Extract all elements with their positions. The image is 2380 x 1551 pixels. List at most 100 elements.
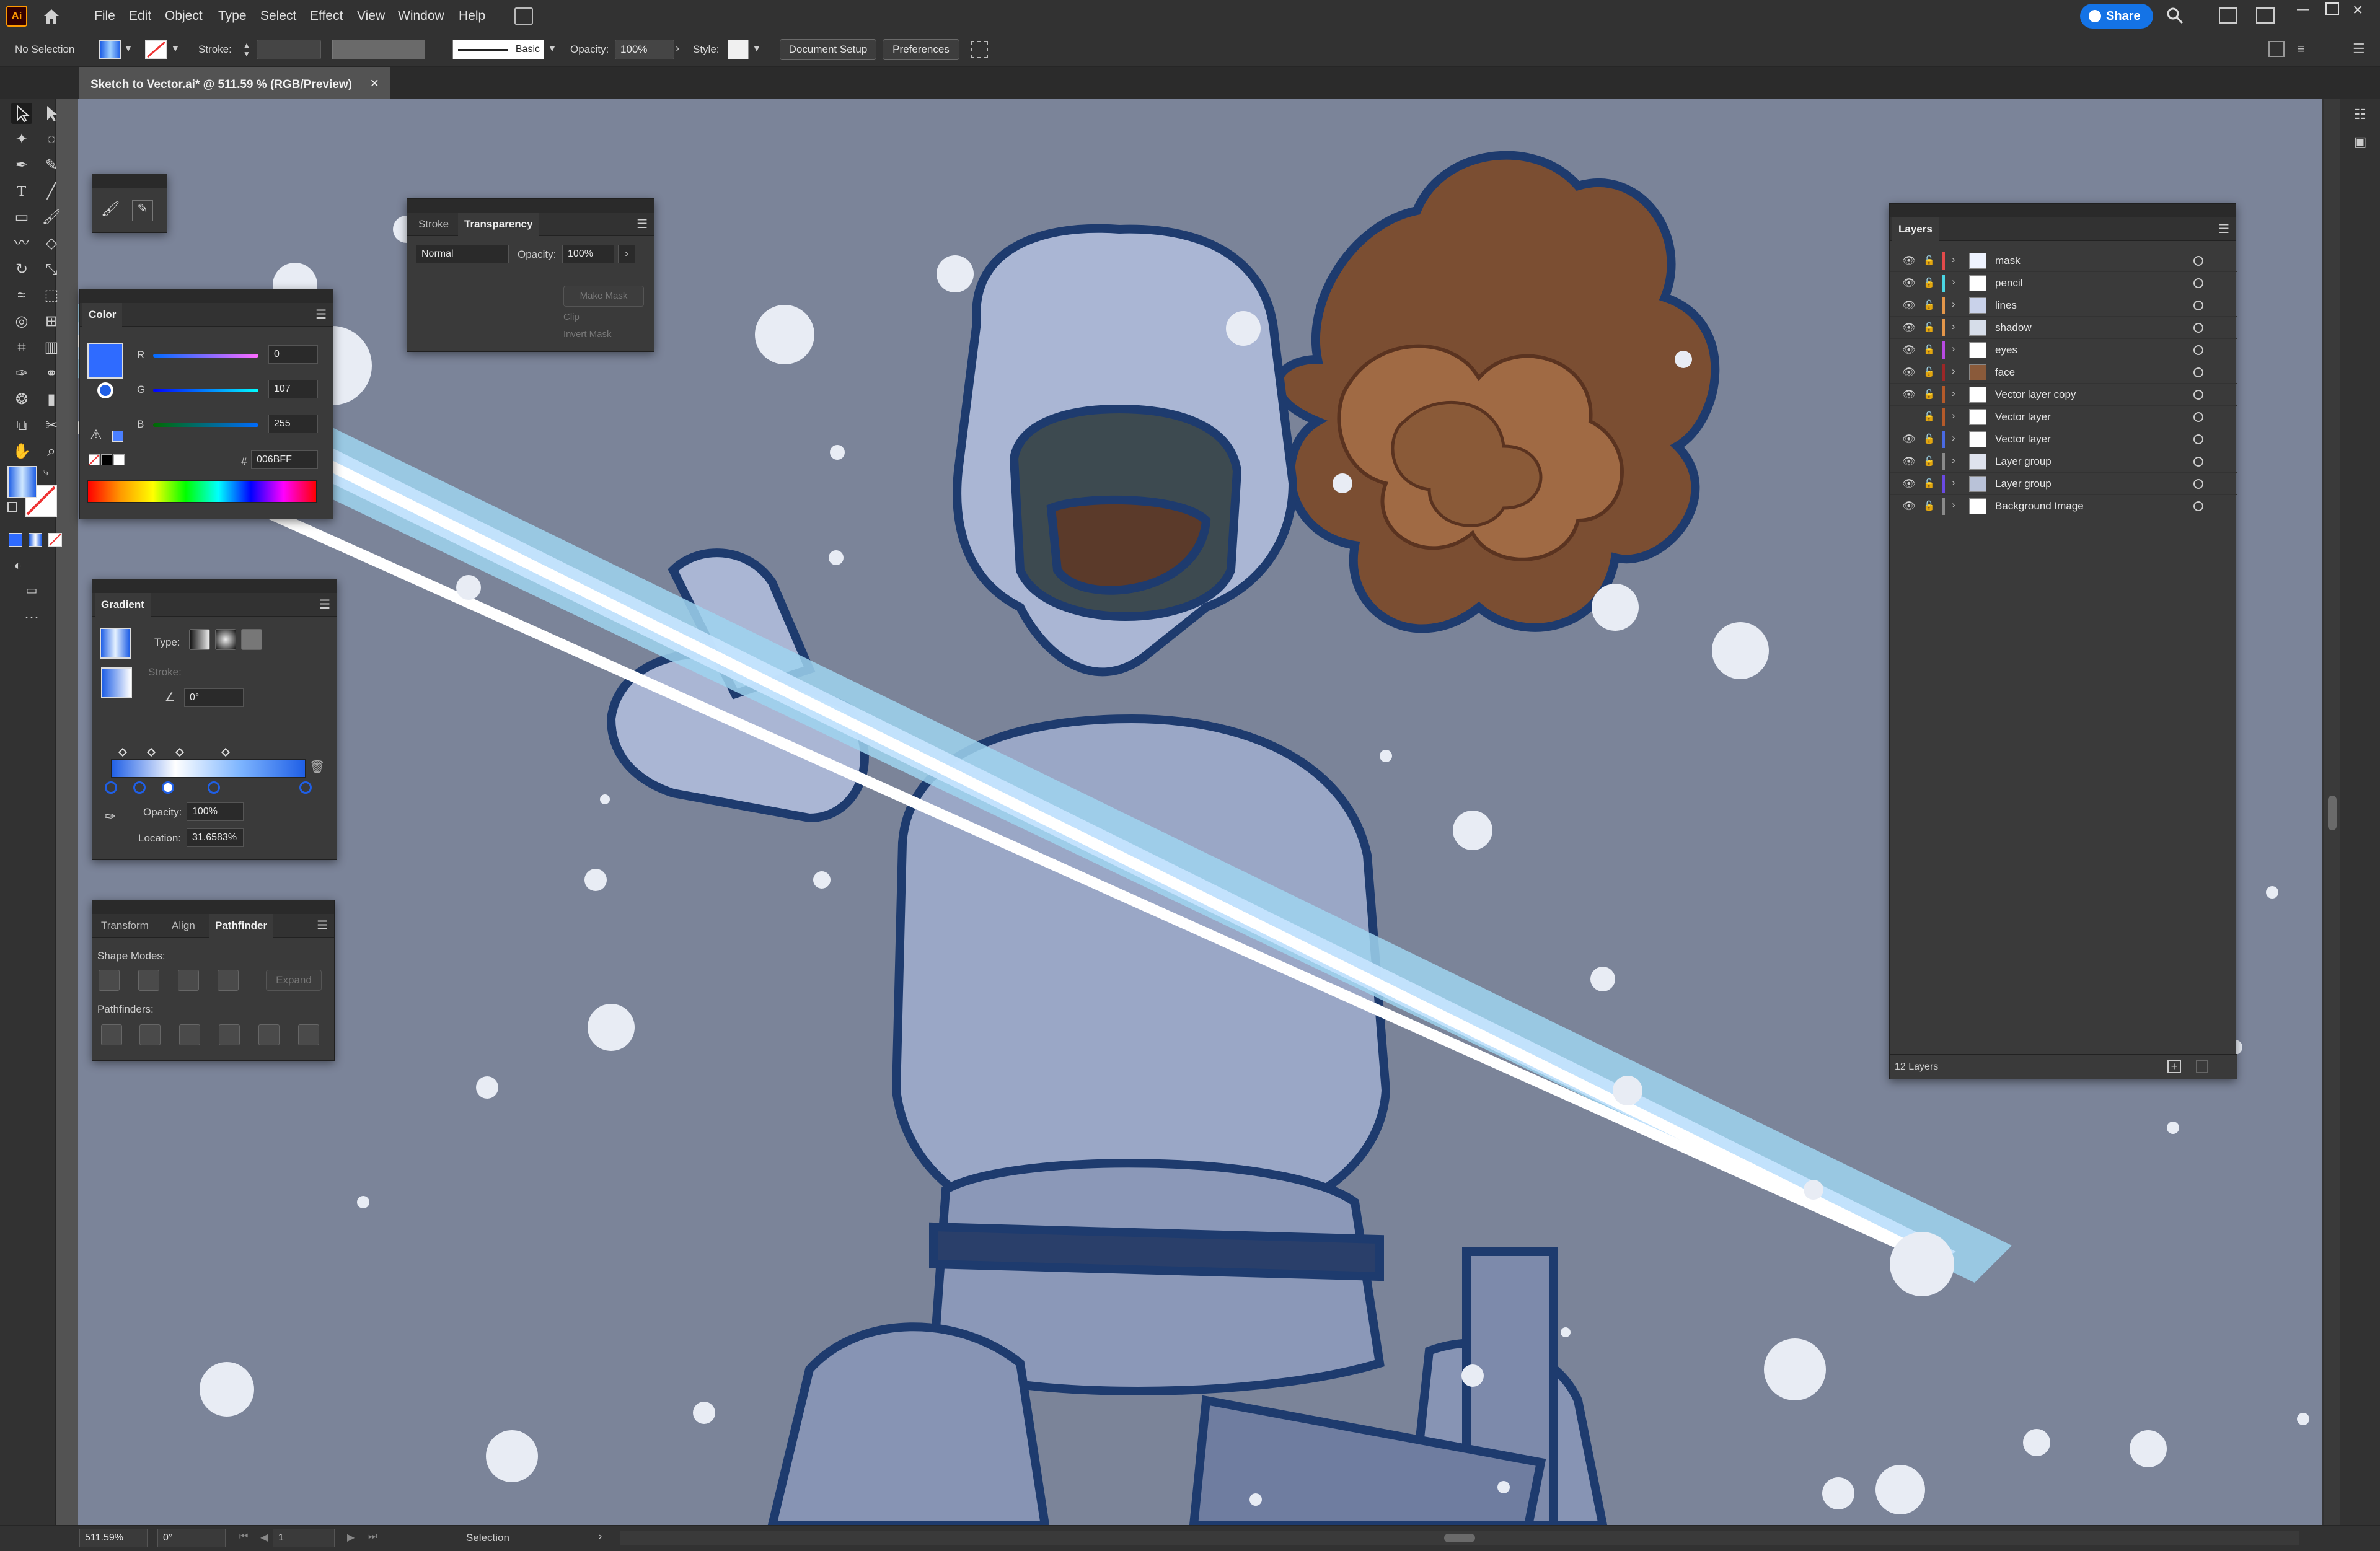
lock-toggle-icon[interactable]: 🔓 (1923, 277, 1935, 289)
layer-target-icon[interactable] (2193, 412, 2203, 422)
artboard-tool-icon[interactable]: ⧉ (11, 415, 32, 436)
expand-layer-chevron-icon[interactable]: › (1952, 365, 1955, 377)
hex-value[interactable]: 006BFF (251, 450, 318, 469)
green-value[interactable]: 107 (268, 380, 318, 398)
expand-layer-chevron-icon[interactable]: › (1952, 454, 1955, 467)
free-transform-tool-icon[interactable]: ⬚ (41, 285, 62, 306)
layer-row[interactable]: 👁 🔓 › Background Image (1890, 495, 2237, 517)
type-tool-icon[interactable]: T (11, 181, 32, 202)
menu-file[interactable]: File (94, 0, 115, 32)
slice-tool-icon[interactable]: ✂ (41, 415, 62, 436)
delete-layer-icon[interactable] (2196, 1060, 2208, 1073)
layer-target-icon[interactable] (2193, 367, 2203, 377)
angle-field[interactable]: 0° (184, 688, 244, 707)
tab-gradient[interactable]: Gradient (95, 593, 151, 617)
lock-toggle-icon[interactable]: 🔓 (1923, 389, 1935, 401)
gradient-stop[interactable] (208, 781, 220, 794)
unite-icon[interactable] (99, 970, 120, 991)
rectangle-tool-icon[interactable]: ▭ (11, 207, 32, 228)
layer-row[interactable]: 👁 🔓 › Layer group (1890, 473, 2237, 495)
artboard-canvas[interactable]: Stroke Transparency ☰ Normal Opacity: 10… (78, 99, 2322, 1525)
tab-transparency[interactable]: Transparency (458, 213, 539, 236)
lock-toggle-icon[interactable]: 🔓 (1923, 344, 1935, 356)
menu-effect[interactable]: Effect (310, 0, 343, 32)
stroke-swatch[interactable] (145, 40, 167, 59)
horizontal-scrollbar-thumb[interactable] (1444, 1534, 1475, 1542)
panel-layout-icon[interactable] (2256, 7, 2275, 24)
expand-layer-chevron-icon[interactable]: › (1952, 477, 1955, 489)
menu-window[interactable]: Window (398, 0, 444, 32)
scrollbar-thumb[interactable] (2328, 796, 2337, 830)
layer-row[interactable]: 👁 🔓 › lines (1890, 294, 2237, 317)
brush-icon[interactable]: 🖌 (101, 200, 122, 221)
blend-tool-icon[interactable]: ⚭ (41, 363, 62, 384)
panel-drag-bar[interactable] (1890, 204, 2236, 217)
layer-target-icon[interactable] (2193, 457, 2203, 467)
arrange-icon[interactable] (2268, 41, 2285, 57)
layer-target-icon[interactable] (2193, 390, 2203, 400)
color-spectrum-bar[interactable] (87, 480, 317, 503)
next-artboard-icon[interactable]: ▶ (347, 1531, 355, 1544)
visibility-eye-icon[interactable]: 👁 (1902, 500, 1916, 512)
gradient-panel-menu-icon[interactable]: ☰ (319, 597, 330, 612)
magic-wand-tool-icon[interactable]: ✦ (11, 129, 32, 150)
color-mode-icon[interactable] (9, 533, 22, 547)
stroke-weight-spinner[interactable]: ▲ ▼ (243, 41, 253, 58)
gradient-mode-icon[interactable] (29, 533, 42, 547)
stroke-color-indicator[interactable] (97, 382, 113, 398)
layer-row[interactable]: 👁 🔓 › pencil (1890, 272, 2237, 294)
direct-selection-tool-icon[interactable] (41, 103, 62, 124)
intersect-icon[interactable] (178, 970, 199, 991)
opacity-field[interactable]: 100% (562, 245, 614, 263)
opacity-input[interactable]: 100% (615, 40, 674, 59)
edit-toolbar-icon[interactable]: ⋯ (21, 607, 42, 628)
current-fill-color[interactable] (87, 343, 123, 379)
lock-toggle-icon[interactable]: 🔓 (1923, 455, 1935, 468)
curvature-tool-icon[interactable]: ✎ (41, 155, 62, 176)
swap-fill-stroke-icon[interactable]: ⤷ (43, 467, 49, 478)
gradient-fill-stroke-icon[interactable] (101, 667, 132, 698)
layer-name[interactable]: eyes (1995, 339, 2017, 361)
layer-target-icon[interactable] (2193, 345, 2203, 355)
align-options-icon[interactable]: ≡ (2297, 41, 2313, 57)
expand-layer-chevron-icon[interactable]: › (1952, 387, 1955, 400)
tab-color[interactable]: Color (82, 303, 123, 327)
control-menu-icon[interactable]: ☰ (2353, 41, 2369, 57)
layer-target-icon[interactable] (2193, 323, 2203, 333)
visibility-eye-icon[interactable]: 👁 (1902, 299, 1916, 312)
shape-builder-tool-icon[interactable]: ◎ (11, 311, 32, 332)
scale-tool-icon[interactable]: ⤡ (41, 259, 62, 280)
minimize-icon[interactable]: — (2297, 2, 2312, 17)
search-icon[interactable] (2166, 6, 2184, 25)
visibility-eye-icon[interactable]: 👁 (1902, 366, 1916, 379)
layer-name[interactable]: face (1995, 361, 2015, 384)
freeform-gradient-icon[interactable] (241, 629, 262, 650)
color-panel-menu-icon[interactable]: ☰ (315, 307, 327, 322)
layer-target-icon[interactable] (2193, 501, 2203, 511)
symbol-sprayer-tool-icon[interactable]: ❂ (11, 389, 32, 410)
blend-mode-select[interactable]: Normal (416, 245, 509, 263)
black-swatch[interactable] (101, 454, 112, 465)
eyedropper-tool-icon[interactable]: ✑ (11, 363, 32, 384)
panel-drag-bar[interactable] (92, 174, 167, 188)
layer-row[interactable]: 👁 🔓 › face (1890, 361, 2237, 384)
zoom-level-field[interactable]: 511.59% (79, 1529, 148, 1547)
line-segment-tool-icon[interactable]: ╱ (41, 181, 62, 202)
opacity-slider-arrow-icon[interactable]: › (618, 245, 635, 263)
draw-mode-icon[interactable]: ◐ (7, 555, 29, 576)
layer-name[interactable]: Vector layer (1995, 428, 2051, 450)
menu-help[interactable]: Help (459, 0, 485, 32)
paintbrush-tool-icon[interactable]: 🖌 (41, 207, 62, 228)
default-colors-icon[interactable] (7, 502, 17, 512)
libraries-icon[interactable]: ▣ (2349, 134, 2371, 156)
layers-panel-menu-icon[interactable]: ☰ (2218, 221, 2229, 237)
invert-mask-checkbox[interactable]: Invert Mask (563, 329, 612, 340)
expand-layer-chevron-icon[interactable]: › (1952, 253, 1955, 266)
tab-pathfinder[interactable]: Pathfinder (209, 914, 274, 938)
gradient-tool-icon[interactable]: ▥ (41, 337, 62, 358)
red-value[interactable]: 0 (268, 345, 318, 364)
lock-toggle-icon[interactable]: 🔓 (1923, 299, 1935, 312)
out-of-gamut-warning-icon[interactable]: ⚠ (90, 427, 102, 443)
panel-drag-bar[interactable] (407, 199, 654, 213)
layer-row[interactable]: 👁 🔓 › Vector layer copy (1890, 384, 2237, 406)
